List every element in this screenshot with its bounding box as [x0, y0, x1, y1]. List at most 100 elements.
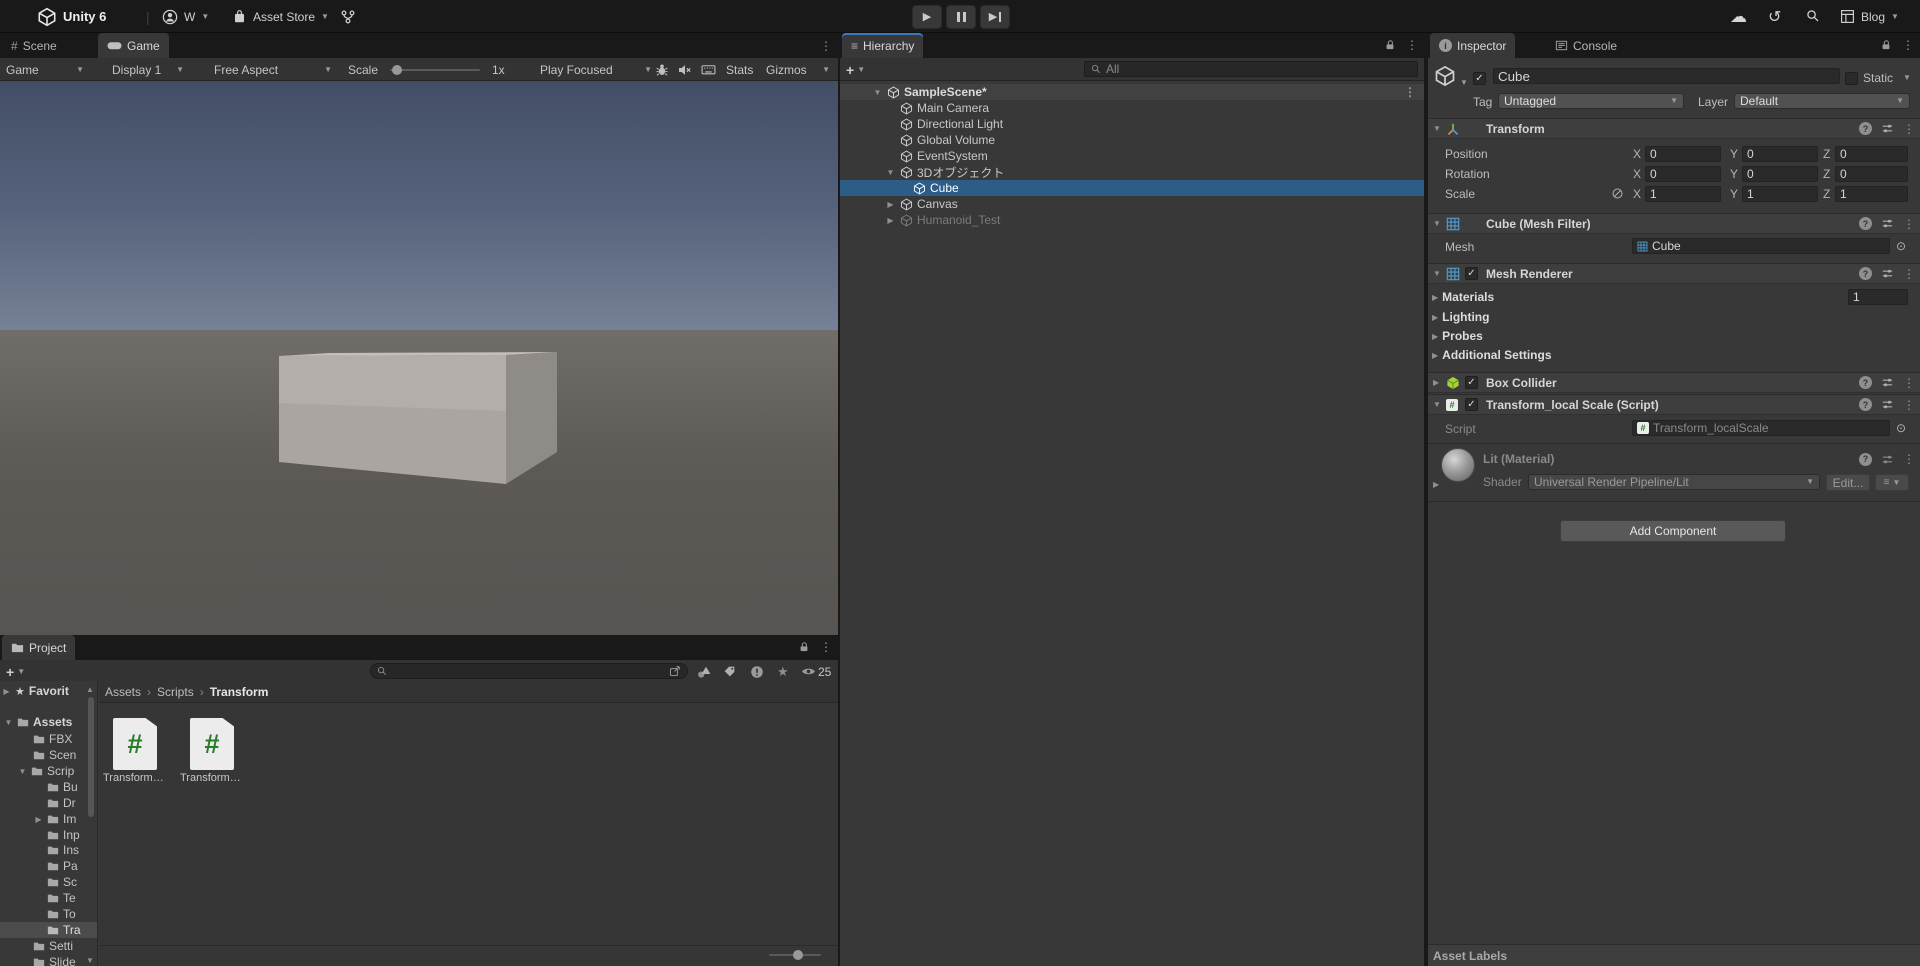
hierarchy-create-dropdown[interactable]: + ▼	[846, 58, 865, 81]
visibility-toggle[interactable]: 25	[801, 660, 831, 683]
hierarchy-item-canvas[interactable]: ▶ Canvas	[840, 196, 1424, 212]
chevron-down-icon[interactable]: ▼	[1433, 400, 1441, 409]
display-dropdown[interactable]: Display 1▼	[112, 58, 184, 81]
tree-item-te[interactable]: Te	[0, 890, 98, 906]
tab-game[interactable]: Game	[98, 33, 169, 58]
file-name[interactable]: Transform_...	[180, 772, 244, 784]
component-menu-icon[interactable]: ⋮	[1903, 217, 1915, 231]
hierarchy-menu-icon[interactable]: ⋮	[1406, 38, 1418, 52]
object-picker-icon[interactable]: ⊙	[1896, 239, 1906, 253]
tree-item-sc[interactable]: Sc	[0, 874, 98, 890]
tree-item-favorites[interactable]: ▶ ★ Favorit	[0, 683, 98, 699]
constrain-proportions-icon[interactable]	[1611, 187, 1624, 200]
tree-item-settings[interactable]: Setti	[0, 938, 98, 954]
hierarchy-search-input[interactable]	[1084, 61, 1418, 77]
render-target-dropdown[interactable]: Game▼	[6, 58, 84, 81]
static-dropdown-icon[interactable]: ▼	[1903, 74, 1911, 82]
tab-inspector[interactable]: i Inspector	[1430, 33, 1515, 58]
help-icon[interactable]	[1859, 217, 1872, 230]
tree-item-im[interactable]: ▶Im	[0, 811, 98, 827]
box-collider-component-header[interactable]: ▶ ✓ Box Collider ⋮	[1428, 372, 1920, 393]
script-component-header[interactable]: ▼ ✓ Transform_local Scale (Script) ⋮	[1428, 394, 1920, 415]
rotation-z-field[interactable]: 0	[1835, 166, 1908, 182]
tree-scroll-down-icon[interactable]: ▼	[86, 956, 94, 965]
tree-item-ins[interactable]: Ins	[0, 842, 98, 858]
component-enabled-checkbox[interactable]: ✓	[1465, 267, 1478, 280]
scale-z-field[interactable]: 1	[1835, 186, 1908, 202]
scale-slider-track[interactable]	[390, 69, 480, 71]
thumbnail-slider-track[interactable]	[769, 954, 821, 956]
breadcrumb-leaf[interactable]: Transform	[210, 685, 269, 699]
layout-menu[interactable]: Blog ▼	[1840, 0, 1899, 33]
file-item[interactable]	[190, 718, 234, 770]
hierarchy-search-field[interactable]	[1106, 62, 1411, 76]
add-component-button[interactable]: Add Component	[1560, 520, 1786, 542]
tree-item-pa[interactable]: Pa	[0, 858, 98, 874]
hierarchy-item-main-camera[interactable]: Main Camera	[840, 100, 1424, 116]
chevron-down-icon[interactable]: ▼	[18, 767, 27, 776]
static-checkbox[interactable]	[1845, 69, 1858, 87]
mesh-renderer-component-header[interactable]: ▼ ✓ Mesh Renderer ⋮	[1428, 263, 1920, 284]
project-search-input[interactable]	[370, 663, 688, 679]
rotation-x-field[interactable]: 0	[1645, 166, 1721, 182]
hierarchy-item-directional-light[interactable]: Directional Light	[840, 116, 1424, 132]
probes-foldout[interactable]: ▶ Probes	[1432, 327, 1483, 345]
gizmos-dropdown[interactable]: Gizmos▼	[766, 58, 830, 81]
tree-item-dr[interactable]: Dr	[0, 795, 98, 811]
additional-settings-foldout[interactable]: ▶ Additional Settings	[1432, 346, 1552, 364]
tree-item-slider[interactable]: Slide	[0, 954, 98, 966]
material-preview-sphere[interactable]	[1441, 448, 1475, 482]
tree-item-to[interactable]: To	[0, 906, 98, 922]
tree-item-bu[interactable]: Bu	[0, 779, 98, 795]
component-menu-icon[interactable]: ⋮	[1903, 122, 1915, 136]
chevron-down-icon[interactable]: ▼	[1433, 269, 1441, 278]
undo-history-button[interactable]: ↺	[1768, 0, 1781, 33]
focus-mode-dropdown[interactable]: Play Focused▼	[540, 58, 652, 81]
version-control-button[interactable]	[340, 0, 356, 33]
active-checkbox[interactable]: ✓	[1473, 69, 1486, 87]
play-button[interactable]: ▶	[912, 5, 942, 29]
thumbnail-slider-knob[interactable]	[793, 950, 803, 960]
thumbnail-size-slider[interactable]	[769, 954, 821, 956]
chevron-right-icon[interactable]: ▶	[1433, 378, 1439, 387]
tag-dropdown[interactable]: Untagged▼	[1498, 93, 1684, 109]
project-menu-icon[interactable]: ⋮	[820, 640, 832, 654]
scale-slider-knob[interactable]	[392, 65, 402, 75]
presets-icon[interactable]	[1881, 217, 1894, 230]
hierarchy-item-3d-objects[interactable]: ▼ 3Dオブジェクト	[840, 164, 1424, 180]
breadcrumb-root[interactable]: Assets	[105, 685, 141, 699]
project-create-dropdown[interactable]: + ▼	[6, 660, 25, 683]
component-menu-icon[interactable]: ⋮	[1903, 452, 1915, 466]
chevron-right-icon[interactable]: ▶	[2, 687, 11, 696]
filter-by-label-button[interactable]	[723, 660, 736, 683]
shader-edit-button[interactable]: Edit...	[1826, 474, 1870, 491]
component-enabled-checkbox[interactable]: ✓	[1465, 376, 1478, 389]
global-search-button[interactable]	[1806, 0, 1821, 33]
chevron-down-icon[interactable]: ▼	[885, 168, 896, 177]
chevron-right-icon[interactable]: ▶	[34, 815, 43, 824]
aspect-dropdown[interactable]: Free Aspect▼	[214, 58, 332, 81]
chevron-right-icon[interactable]: ▶	[885, 200, 896, 209]
hierarchy-item-cube[interactable]: Cube	[840, 180, 1424, 196]
open-in-window-icon[interactable]	[669, 665, 681, 677]
tree-item-transform[interactable]: Tra	[0, 922, 98, 938]
help-icon[interactable]	[1859, 376, 1872, 389]
step-button[interactable]: ▶	[980, 5, 1010, 29]
breadcrumb-mid[interactable]: Scripts	[157, 685, 194, 699]
presets-icon[interactable]	[1881, 398, 1894, 411]
tree-item-assets[interactable]: ▼ Assets	[0, 714, 98, 730]
object-picker-icon[interactable]: ⊙	[1896, 421, 1906, 435]
component-enabled-checkbox[interactable]: ✓	[1465, 398, 1478, 411]
help-icon[interactable]	[1859, 267, 1872, 280]
game-viewport[interactable]	[0, 81, 838, 635]
account-menu[interactable]: W ▼	[162, 0, 209, 33]
scale-x-field[interactable]: 1	[1645, 186, 1721, 202]
tree-item-scripts[interactable]: ▼ Scrip	[0, 763, 98, 779]
file-name[interactable]: Transform_l...	[103, 772, 167, 784]
tab-scene[interactable]: # Scene	[2, 33, 66, 58]
position-y-field[interactable]: 0	[1742, 146, 1818, 162]
lighting-foldout[interactable]: ▶ Lighting	[1432, 308, 1489, 326]
position-x-field[interactable]: 0	[1645, 146, 1721, 162]
chevron-down-icon[interactable]: ▼	[1433, 219, 1441, 228]
layer-dropdown[interactable]: Default▼	[1734, 93, 1910, 109]
